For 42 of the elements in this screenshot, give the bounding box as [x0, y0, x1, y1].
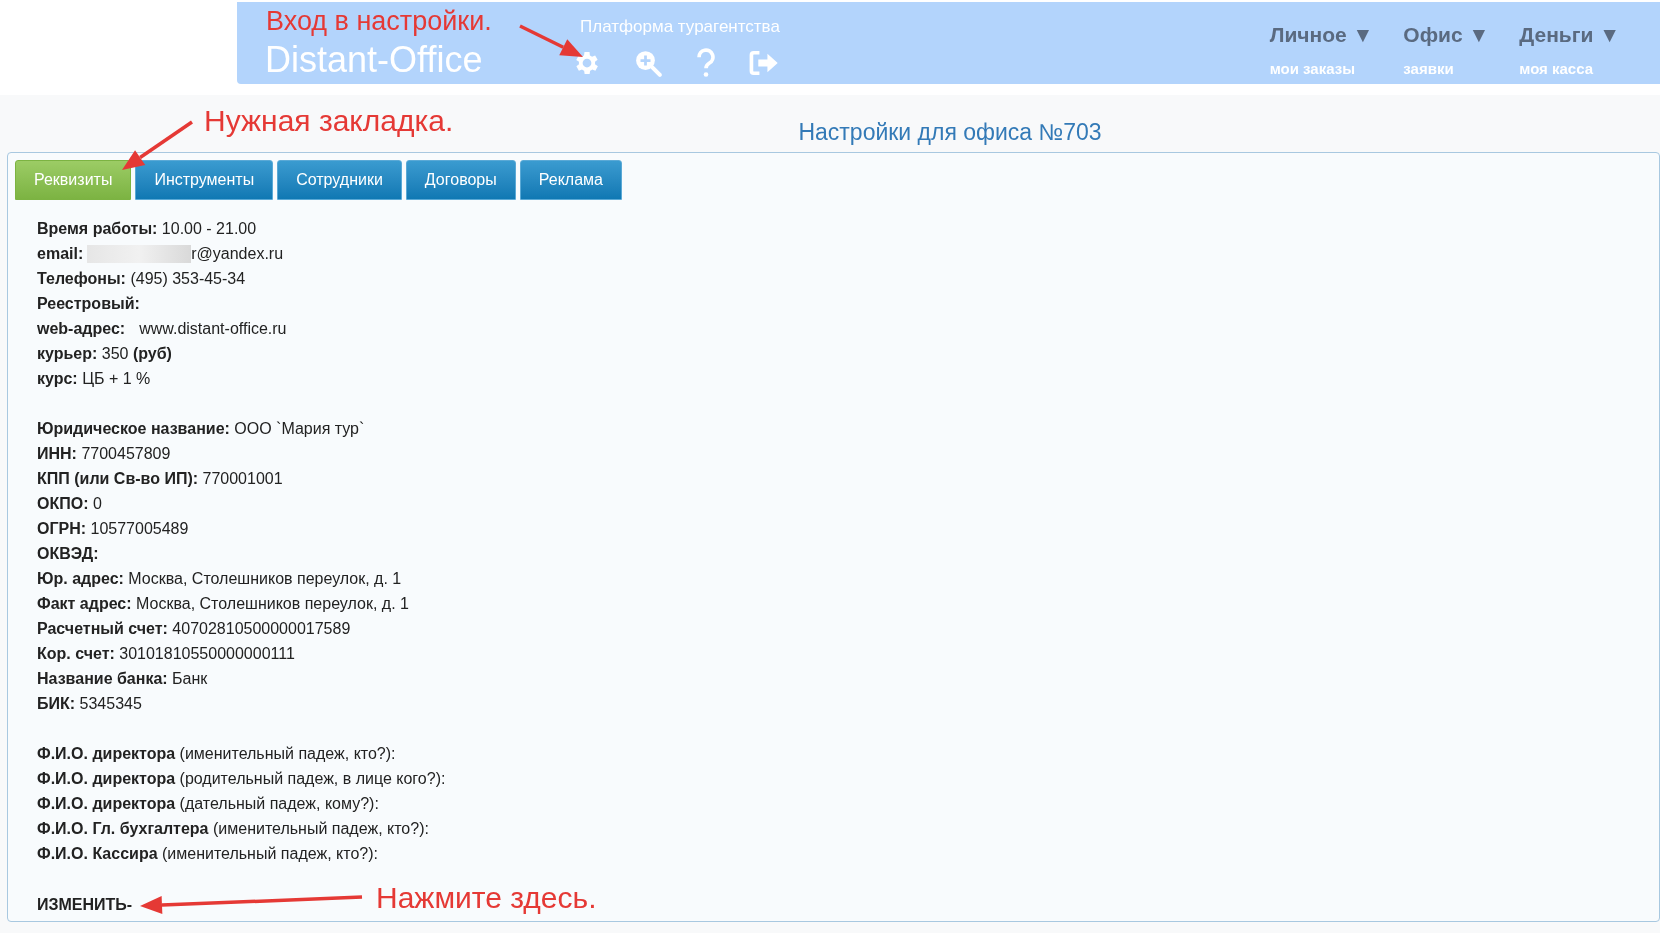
- page-title: Настройки для офиса №703: [798, 117, 1102, 147]
- field-line: ОКПО: 0: [37, 494, 102, 514]
- tagline: Платформа турагентства: [580, 16, 780, 38]
- field-line: Телефоны: (495) 353-45-34: [37, 269, 246, 289]
- field-line: Кор. счет: 30101810550000000111: [37, 644, 295, 664]
- field-line: Название банка: Банк: [37, 669, 208, 689]
- field-label: email:: [37, 244, 84, 264]
- field-line: КПП (или Св-во ИП): 770001001: [37, 469, 283, 489]
- menu-dropdown[interactable]: Личное ▼: [1269, 22, 1374, 48]
- annotation-text: Вход в настройки.: [266, 5, 492, 38]
- field-label: web-адрес:: [37, 319, 126, 339]
- edit-link[interactable]: ИЗМЕНИТЬ-: [37, 892, 133, 917]
- field-line: БИК: 5345345: [37, 694, 142, 714]
- tab[interactable]: Реклама: [519, 160, 622, 200]
- tab[interactable]: Реквизиты: [15, 160, 132, 200]
- field-line: Ф.И.О. директора (родительный падеж, в лице кого?):: [37, 769, 446, 789]
- field-line: ОКВЭД:: [37, 544, 99, 564]
- field-line: Ф.И.О. директора (дательный падеж, кому?):: [37, 794, 379, 814]
- field-line: Ф.И.О. Гл. бухгалтера (именительный падеж, кто?):: [37, 819, 429, 839]
- annotation-text: Нажмите здесь.: [376, 880, 597, 916]
- tab[interactable]: Сотрудники: [277, 160, 402, 200]
- tab[interactable]: Инструменты: [135, 160, 274, 200]
- annotation-text: Нужная закладка.: [204, 103, 454, 139]
- website-value: www.distant-office.ru: [139, 319, 287, 339]
- menu-dropdown[interactable]: Деньги ▼: [1519, 22, 1620, 48]
- field-line: ОГРН: 10577005489: [37, 519, 189, 539]
- help-icon[interactable]: [694, 47, 718, 78]
- field-line: Ф.И.О. Кассира (именительный падеж, кто?):: [37, 844, 378, 864]
- field-line: Реестровый:: [37, 294, 140, 314]
- field-line: Юридическое название: ООО `Мария тур`: [37, 419, 365, 439]
- field-line: Юр. адрес: Москва, Столешников переулок, д. 1: [37, 569, 402, 589]
- field-line: Расчетный счет: 40702810500000017589: [37, 619, 351, 639]
- field-line: Время работы: 10.00 - 21.00: [37, 219, 257, 239]
- logo: Distant-Office: [265, 42, 483, 78]
- field-line: Факт адрес: Москва, Столешников переулок, д. 1: [37, 594, 409, 614]
- field-line: Ф.И.О. директора (именительный падеж, кто?):: [37, 744, 396, 764]
- field-value: r@yandex.ru: [191, 244, 284, 264]
- field-line: курьер: 350 (руб): [37, 344, 172, 364]
- tab[interactable]: Договоры: [405, 160, 516, 200]
- menu-dropdown[interactable]: Офис ▼: [1403, 22, 1490, 48]
- field-line: ИНН: 7700457809: [37, 444, 171, 464]
- field-line: курс: ЦБ + 1 %: [37, 369, 151, 389]
